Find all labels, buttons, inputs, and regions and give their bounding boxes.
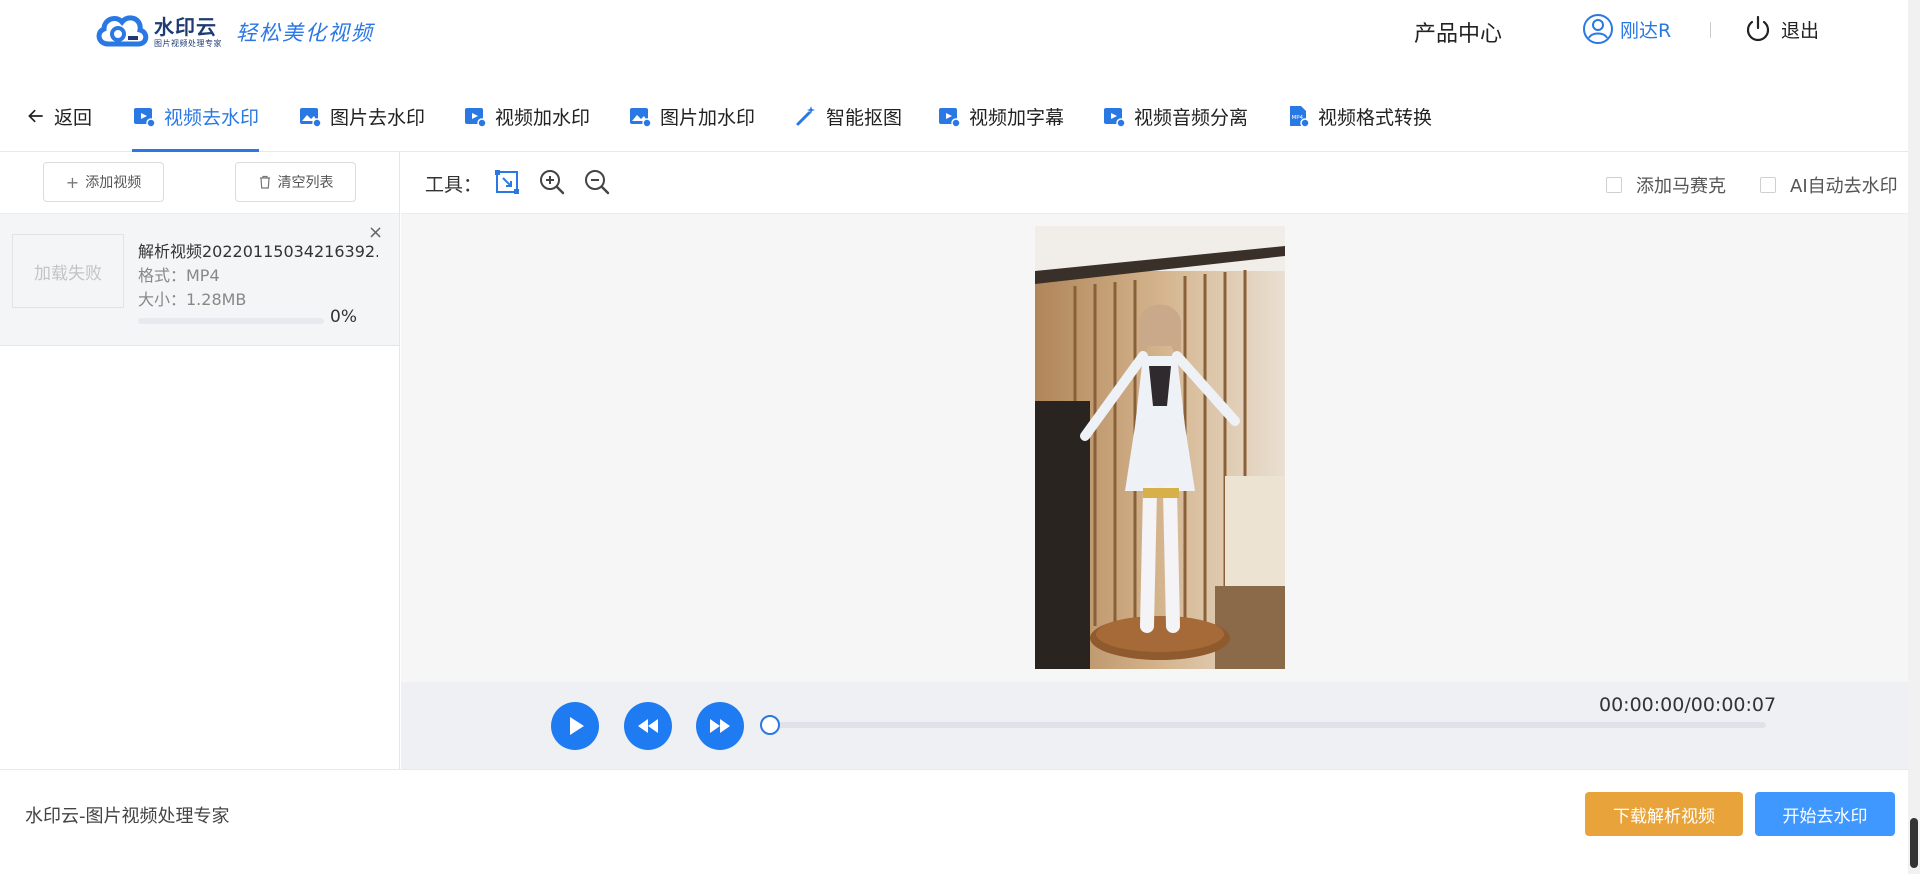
file-list-item[interactable]: 加载失败 解析视频20220115034216392... 格式：MP4 大小：… <box>0 214 399 346</box>
mosaic-checkbox-label: 添加马赛克 <box>1636 176 1726 197</box>
app-window: 水印云 图片视频处理专家 轻松美化视频 产品中心 刚达R 退出 返回 视频去水印… <box>0 0 1920 874</box>
file-format: 格式：MP4 <box>138 266 220 285</box>
back-button[interactable]: 返回 <box>26 80 92 152</box>
window-scrollbar[interactable] <box>1908 0 1920 874</box>
file-list-panel: + 添加视频 清空列表 加载失败 解析视频20220115034216392..… <box>0 152 400 769</box>
image-icon <box>300 108 322 128</box>
thumbnail-status: 加载失败 <box>34 263 102 284</box>
tools-label: 工具： <box>425 174 483 196</box>
mosaic-checkbox-box[interactable] <box>1606 177 1622 193</box>
start-remove-watermark-button[interactable]: 开始去水印 <box>1755 792 1895 836</box>
tab-label: 图片去水印 <box>330 106 426 129</box>
rewind-button[interactable] <box>624 702 672 750</box>
cloud-logo-icon <box>96 15 149 47</box>
rewind-icon <box>638 719 658 733</box>
image-icon <box>630 108 652 128</box>
play-button[interactable] <box>551 702 599 750</box>
magic-wand-icon <box>796 106 815 126</box>
tab-video-audio-split[interactable]: 视频音频分离 <box>1102 80 1248 152</box>
logo-subtitle: 图片视频处理专家 <box>154 39 222 48</box>
logo[interactable]: 水印云 图片视频处理专家 轻松美化视频 <box>94 10 374 54</box>
tab-label: 视频音频分离 <box>1134 106 1249 129</box>
zoom-out-icon[interactable] <box>583 168 611 196</box>
trash-icon <box>259 175 270 189</box>
fast-forward-button[interactable] <box>696 702 744 750</box>
video-thumbnail: 加载失败 <box>12 234 124 308</box>
play-icon <box>570 717 584 735</box>
tab-label: 返回 <box>54 106 93 129</box>
footer-bar: 水印云-图片视频处理专家 下载解析视频 开始去水印 <box>0 769 1908 874</box>
ai-remove-checkbox-label: AI自动去水印 <box>1790 176 1898 197</box>
clear-list-button[interactable]: 清空列表 <box>235 162 356 202</box>
fast-forward-icon <box>710 719 730 733</box>
remove-file-icon[interactable]: × <box>368 224 383 242</box>
playback-time: 00:00:00/00:00:07 <box>1599 694 1777 716</box>
add-video-button[interactable]: + 添加视频 <box>43 162 164 202</box>
tab-image-add-watermark[interactable]: 图片加水印 <box>628 80 755 152</box>
tab-video-format-convert[interactable]: MP4 视频格式转换 <box>1286 80 1432 152</box>
video-icon <box>939 108 961 128</box>
product-center-link[interactable]: 产品中心 <box>1414 16 1502 48</box>
video-player-controls: 00:00:00/00:00:07 <box>401 682 1908 769</box>
tab-label: 智能抠图 <box>826 106 903 129</box>
video-icon <box>1104 108 1126 128</box>
select-region-icon[interactable] <box>493 168 521 196</box>
tab-label: 视频去水印 <box>164 106 260 129</box>
tab-video-subtitles[interactable]: 视频加字幕 <box>937 80 1064 152</box>
tab-label: 图片加水印 <box>660 106 756 129</box>
video-frame-image <box>1035 226 1285 669</box>
logo-name: 水印云 <box>154 15 217 39</box>
scrollbar-thumb[interactable] <box>1910 818 1918 868</box>
tab-label: 视频加水印 <box>495 106 591 129</box>
arrow-left-icon <box>28 109 43 123</box>
footer-brand: 水印云-图片视频处理专家 <box>25 806 230 827</box>
user-avatar-icon <box>1583 14 1613 44</box>
file-progress-percent: 0% <box>330 307 357 327</box>
file-list-actions: + 添加视频 清空列表 <box>0 152 399 214</box>
power-icon <box>1746 15 1770 42</box>
video-preview-frame[interactable] <box>1035 226 1285 669</box>
seek-handle[interactable] <box>760 715 780 735</box>
editor-toolbar: 工具： 添加马赛克 AI自动去水印 <box>401 152 1908 214</box>
top-header: 水印云 图片视频处理专家 轻松美化视频 产品中心 刚达R 退出 <box>0 0 1908 80</box>
seek-bar[interactable] <box>773 722 1766 728</box>
file-size: 大小：1.28MB <box>138 290 247 309</box>
tab-label: 视频加字幕 <box>969 106 1065 129</box>
ai-remove-checkbox-box[interactable] <box>1760 177 1776 193</box>
video-canvas[interactable] <box>401 214 1908 682</box>
logout-button[interactable]: 退出 <box>1743 14 1819 44</box>
tab-smart-cutout[interactable]: 智能抠图 <box>794 80 902 152</box>
mosaic-checkbox[interactable]: 添加马赛克 <box>1606 172 1726 198</box>
tab-label: 视频格式转换 <box>1318 106 1433 129</box>
tab-image-remove-watermark[interactable]: 图片去水印 <box>298 80 425 152</box>
add-video-label: 添加视频 <box>85 175 142 191</box>
mp4-file-icon: MP4 <box>1290 106 1310 128</box>
tool-tabs: 返回 视频去水印 图片去水印 视频加水印 图片加水印 智能抠图 视频加字幕 视频… <box>0 80 1908 152</box>
video-icon <box>134 108 156 128</box>
logout-label: 退出 <box>1781 19 1820 42</box>
tab-video-add-watermark[interactable]: 视频加水印 <box>463 80 590 152</box>
logo-slogan: 轻松美化视频 <box>236 21 374 45</box>
download-parsed-video-button[interactable]: 下载解析视频 <box>1585 792 1743 836</box>
user-menu[interactable]: 刚达R <box>1582 13 1671 45</box>
clear-list-label: 清空列表 <box>277 175 334 191</box>
ai-remove-checkbox[interactable]: AI自动去水印 <box>1760 172 1898 198</box>
video-icon <box>465 108 487 128</box>
tab-video-remove-watermark[interactable]: 视频去水印 <box>132 80 260 152</box>
plus-icon: + <box>65 172 80 192</box>
user-name: 刚达R <box>1620 19 1672 42</box>
header-divider <box>1710 22 1711 38</box>
file-progress-bar <box>138 318 324 324</box>
file-name: 解析视频20220115034216392... <box>138 242 378 261</box>
zoom-in-icon[interactable] <box>538 168 566 196</box>
